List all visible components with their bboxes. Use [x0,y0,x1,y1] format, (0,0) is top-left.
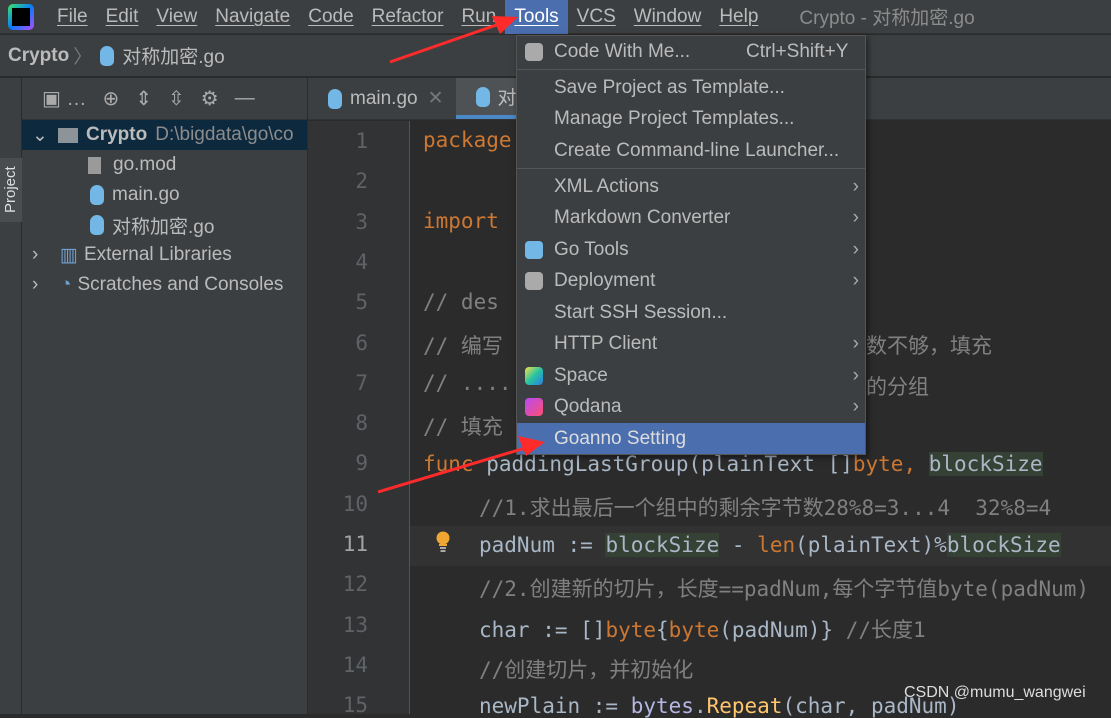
annotation-arrows [377,16,545,494]
arrow-to-tools-menu [389,16,518,64]
watermark: CSDN @mumu_wangwei [904,684,1086,701]
arrow-to-goanno-setting [377,436,545,494]
